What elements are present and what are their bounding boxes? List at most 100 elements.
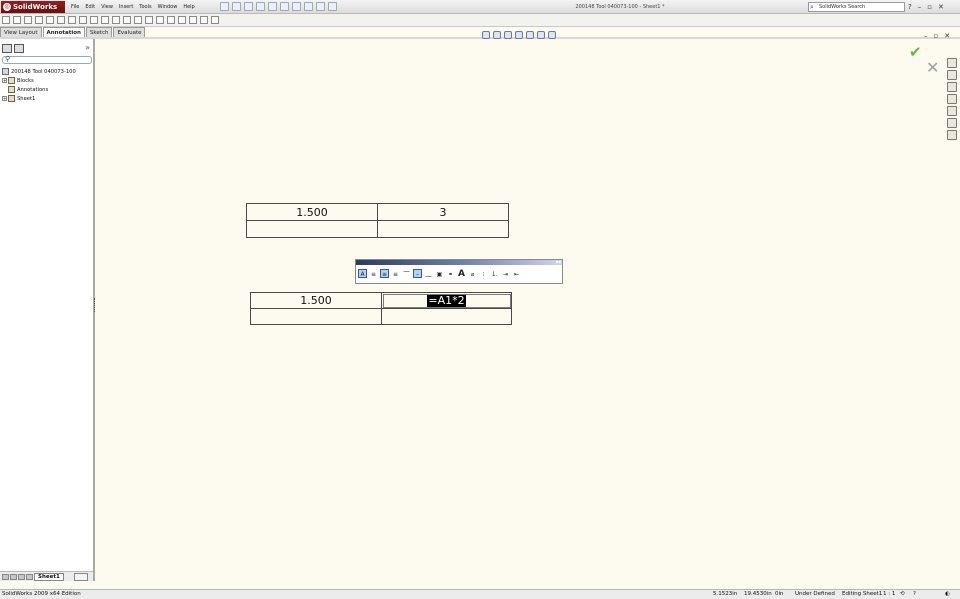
menu-insert[interactable]: Insert <box>116 0 136 14</box>
expand-icon[interactable]: + <box>2 96 7 101</box>
cancel-x-icon[interactable]: ✕ <box>926 58 939 77</box>
resources-icon[interactable] <box>947 58 957 68</box>
previous-view-icon[interactable] <box>504 31 512 39</box>
area-hatch-icon[interactable] <box>189 16 197 24</box>
align-top-icon[interactable]: ⎺ <box>402 269 411 278</box>
align-left-icon[interactable]: ≡ <box>369 269 378 278</box>
design-library-icon[interactable] <box>947 70 957 80</box>
blocks-icon[interactable] <box>156 16 164 24</box>
cell-formula-text[interactable]: =A1*2 <box>427 294 466 307</box>
smart-dimension-icon[interactable] <box>2 16 10 24</box>
auto-balloon-icon[interactable] <box>68 16 76 24</box>
outdent-icon[interactable]: ⇤ <box>512 269 521 278</box>
center-mark-icon[interactable] <box>167 16 175 24</box>
select-icon[interactable] <box>292 2 301 11</box>
new-document-icon[interactable] <box>220 2 229 11</box>
tree-item-sheet1[interactable]: + Sheet1 <box>2 94 76 103</box>
tree-item-annotations[interactable]: Annotations <box>2 85 76 94</box>
hole-callout-icon[interactable] <box>112 16 120 24</box>
search-results-icon[interactable] <box>947 94 957 104</box>
table-cell-a1[interactable]: 1.500 <box>250 292 382 309</box>
font-icon[interactable]: A <box>457 269 466 279</box>
property-manager-tab-icon[interactable] <box>14 44 24 53</box>
general-table-1[interactable]: 1.500 3 <box>246 203 509 238</box>
tree-item-blocks[interactable]: + Blocks <box>2 76 76 85</box>
open-icon[interactable] <box>232 2 241 11</box>
status-scale[interactable]: 1 : 1 <box>883 590 895 599</box>
menu-view[interactable]: View <box>98 0 116 14</box>
align-center-icon[interactable]: ≡ <box>380 269 389 278</box>
menu-tools[interactable]: Tools <box>136 0 154 14</box>
table-cell-a2[interactable] <box>250 308 382 325</box>
tree-root[interactable]: 200148 Tool 040073-100 <box>2 67 76 76</box>
align-right-icon[interactable]: ≡ <box>391 269 400 278</box>
rebuild-icon[interactable] <box>304 2 313 11</box>
notification-icon[interactable]: ◐ <box>945 590 950 599</box>
surface-finish-icon[interactable] <box>90 16 98 24</box>
centerline-icon[interactable] <box>178 16 186 24</box>
rebuild-status-icon[interactable]: ⟲ <box>900 590 905 599</box>
restore-button[interactable]: ▫ <box>927 0 932 14</box>
table-cell-b1[interactable]: 3 <box>377 203 509 221</box>
appearances-icon[interactable] <box>947 118 957 128</box>
datum-feature-icon[interactable] <box>134 16 142 24</box>
geometric-tolerance-icon[interactable] <box>123 16 131 24</box>
align-middle-icon[interactable]: – <box>413 269 422 278</box>
solidworks-logo[interactable]: ◎ SolidWorks <box>1 1 65 13</box>
table-cell-a1[interactable]: 1.500 <box>246 203 378 221</box>
help-button[interactable]: ? <box>908 0 912 14</box>
table-cell-a2[interactable] <box>246 220 378 238</box>
ok-checkmark-icon[interactable]: ✔ <box>909 43 922 61</box>
apply-scene-icon[interactable] <box>548 31 556 39</box>
bullets-icon[interactable]: ⁝ <box>479 269 488 278</box>
insert-icon[interactable]: ▣ <box>435 269 444 278</box>
expand-icon[interactable]: + <box>2 78 7 83</box>
minimize-button[interactable]: – <box>918 0 922 14</box>
add-sheet-icon[interactable] <box>74 573 88 581</box>
table-cell-b2[interactable] <box>377 220 509 238</box>
table-props-icon[interactable]: A <box>358 269 367 278</box>
help-status-icon[interactable]: ? <box>913 590 916 599</box>
align-bottom-icon[interactable]: ⎽ <box>424 269 433 278</box>
symbol-icon[interactable]: ⌀ <box>468 269 477 278</box>
tables-icon[interactable] <box>200 16 208 24</box>
revision-cloud-icon[interactable] <box>211 16 219 24</box>
file-properties-icon[interactable] <box>316 2 325 11</box>
zoom-to-fit-icon[interactable] <box>482 31 490 39</box>
link-icon[interactable]: ⚭ <box>446 269 455 278</box>
drawing-canvas[interactable] <box>97 39 945 581</box>
balloon-icon[interactable] <box>57 16 65 24</box>
expand-panel-chevron-icon[interactable]: » <box>85 43 90 52</box>
general-table-2[interactable]: 1.500 =A1*2 <box>250 292 512 325</box>
close-button[interactable]: ✕ <box>938 0 944 14</box>
doc-close-button[interactable]: ✕ <box>944 32 950 40</box>
magnetic-line-icon[interactable] <box>79 16 87 24</box>
last-sheet-icon[interactable] <box>26 574 33 580</box>
table-cell-b2[interactable] <box>381 308 512 325</box>
datum-target-icon[interactable] <box>145 16 153 24</box>
rotate-icon[interactable] <box>515 31 523 39</box>
menu-edit[interactable]: Edit <box>82 0 98 14</box>
menu-help[interactable]: Help <box>180 0 197 14</box>
indent-icon[interactable]: ⇥ <box>501 269 510 278</box>
feature-manager-tab-icon[interactable] <box>2 44 12 53</box>
zoom-to-area-icon[interactable] <box>493 31 501 39</box>
next-sheet-icon[interactable] <box>18 574 25 580</box>
undo-icon[interactable] <box>268 2 277 11</box>
save-icon[interactable] <box>244 2 253 11</box>
model-items-icon[interactable] <box>13 16 21 24</box>
numbering-icon[interactable]: ⒈ <box>490 269 499 278</box>
search-input[interactable]: ⌕ SolidWorks Search <box>808 2 905 12</box>
custom-properties-icon[interactable] <box>947 130 957 140</box>
format-painter-icon[interactable] <box>35 16 43 24</box>
first-sheet-icon[interactable] <box>2 574 9 580</box>
sheet-tab-sheet1[interactable]: Sheet1 <box>34 573 64 581</box>
print-icon[interactable] <box>256 2 265 11</box>
doc-minimize-button[interactable]: – <box>924 32 928 40</box>
display-style-icon[interactable] <box>526 31 534 39</box>
doc-restore-button[interactable]: ▫ <box>934 32 939 40</box>
options-icon[interactable] <box>328 2 337 11</box>
menu-file[interactable]: File <box>68 0 82 14</box>
view-palette-icon[interactable] <box>947 106 957 116</box>
weld-symbol-icon[interactable] <box>101 16 109 24</box>
